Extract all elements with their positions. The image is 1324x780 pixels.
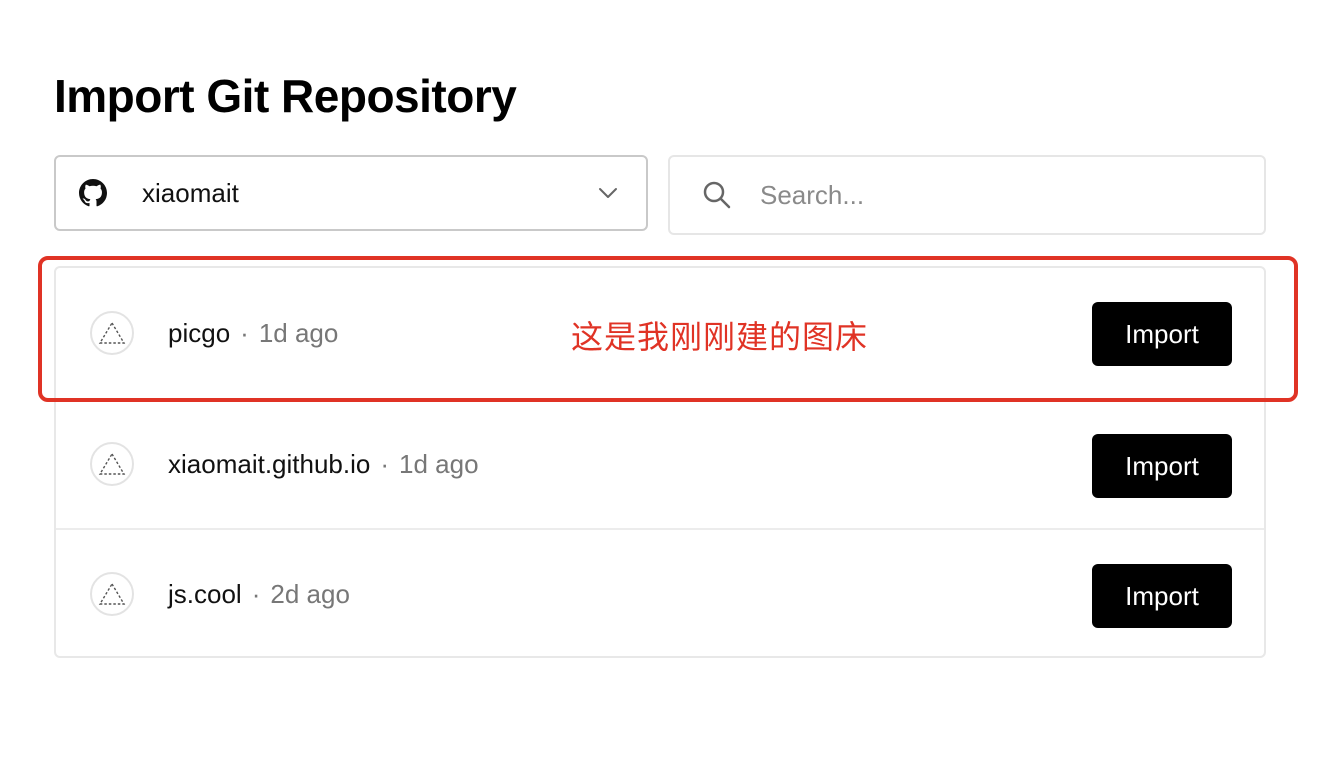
search-box [668, 155, 1266, 235]
repository-row: js.cool · 2d ago Import [56, 528, 1264, 658]
annotation-text: 这是我刚刚建的图床 [571, 318, 869, 356]
import-button-js-cool[interactable]: Import [1092, 564, 1232, 628]
repository-name: picgo [168, 317, 231, 348]
account-name: xiaomait [142, 177, 239, 208]
account-selector[interactable]: xiaomait [54, 155, 648, 231]
vercel-triangle-icon [90, 442, 134, 486]
repository-row: xiaomait.github.io · 1d ago Import [56, 398, 1264, 528]
repository-name: js.cool [168, 578, 242, 609]
repository-updated-time: 1d ago [258, 317, 339, 348]
import-button-picgo[interactable]: Import [1092, 302, 1232, 366]
page-title: Import Git Repository [54, 70, 517, 122]
chevron-down-icon [596, 181, 620, 205]
repository-updated-time: 1d ago [399, 448, 479, 479]
github-icon [78, 178, 108, 208]
search-icon [700, 178, 734, 212]
vercel-triangle-icon [90, 572, 134, 616]
repository-name: xiaomait.github.io [168, 448, 371, 479]
separator-dot: · [380, 448, 390, 479]
vercel-triangle-icon [90, 311, 134, 355]
separator-dot: · [240, 317, 249, 348]
import-button-xiaomait-github-io[interactable]: Import [1092, 434, 1232, 498]
import-git-repository-page: Import Git Repository xiaomait Search...… [0, 0, 1324, 780]
search-input[interactable] [758, 178, 1222, 212]
separator-dot: · [251, 578, 261, 609]
repository-updated-time: 2d ago [270, 578, 350, 609]
